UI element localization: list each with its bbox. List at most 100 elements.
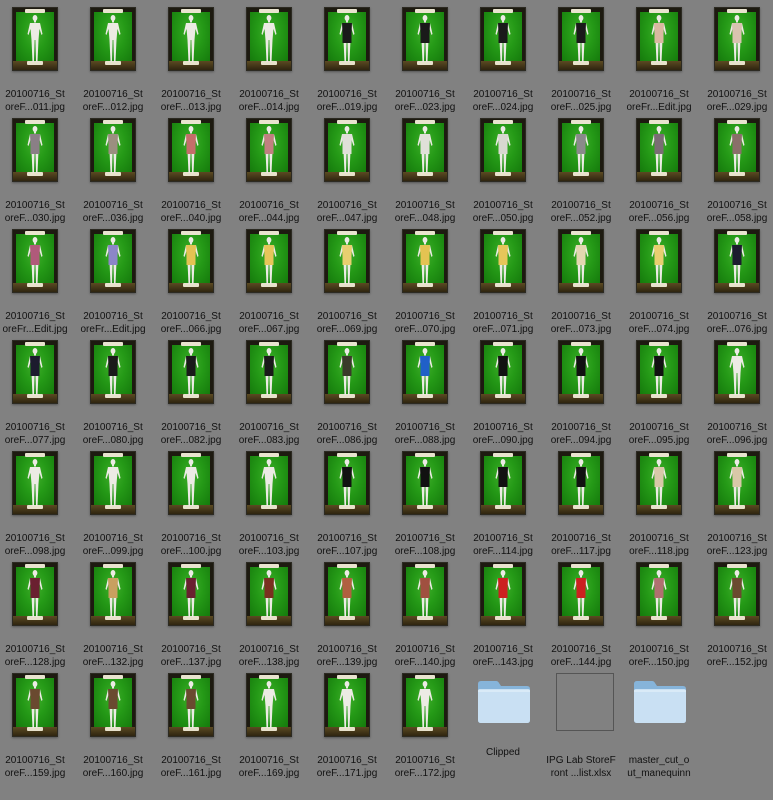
image-file-item[interactable]: 20100716_St oreF...094.jpg [542,333,620,446]
folder-item[interactable]: master_cut_o ut_manequinn [620,666,698,779]
jpg-thumbnail-icon[interactable] [402,340,448,404]
jpg-thumbnail-icon[interactable] [246,673,292,737]
image-file-item[interactable]: 20100716_St oreF...161.jpg [152,666,230,779]
image-file-item[interactable]: 20100716_St oreF...123.jpg [698,444,773,557]
image-file-item[interactable]: 20100716_St oreF...144.jpg [542,555,620,668]
image-file-item[interactable]: 20100716_St oreF...098.jpg [0,444,74,557]
jpg-thumbnail-icon[interactable] [714,562,760,626]
jpg-thumbnail-icon[interactable] [90,118,136,182]
image-file-item[interactable]: 20100716_St oreF...069.jpg [308,222,386,335]
image-file-item[interactable]: 20100716_St oreF...118.jpg [620,444,698,557]
image-file-item[interactable]: 20100716_St oreF...012.jpg [74,0,152,113]
jpg-thumbnail-icon[interactable] [558,229,604,293]
image-file-item[interactable]: 20100716_St oreF...052.jpg [542,111,620,224]
image-file-item[interactable]: 20100716_St oreF...114.jpg [464,444,542,557]
jpg-thumbnail-icon[interactable] [324,562,370,626]
image-file-item[interactable]: 20100716_St oreF...152.jpg [698,555,773,668]
jpg-thumbnail-icon[interactable] [714,451,760,515]
jpg-thumbnail-icon[interactable] [324,7,370,71]
jpg-thumbnail-icon[interactable] [90,451,136,515]
jpg-thumbnail-icon[interactable] [558,118,604,182]
jpg-thumbnail-icon[interactable] [402,673,448,737]
image-file-item[interactable]: 20100716_St oreF...083.jpg [230,333,308,446]
jpg-thumbnail-icon[interactable] [90,673,136,737]
image-file-item[interactable]: 20100716_St oreF...070.jpg [386,222,464,335]
jpg-thumbnail-icon[interactable] [558,7,604,71]
jpg-thumbnail-icon[interactable] [480,229,526,293]
jpg-thumbnail-icon[interactable] [246,451,292,515]
jpg-thumbnail-icon[interactable] [636,118,682,182]
image-file-item[interactable]: 20100716_St oreF...073.jpg [542,222,620,335]
image-file-item[interactable]: 20100716_St oreFr...Edit.jpg [620,0,698,113]
xlsx-document-icon[interactable] [556,673,614,731]
jpg-thumbnail-icon[interactable] [12,673,58,737]
jpg-thumbnail-icon[interactable] [168,7,214,71]
jpg-thumbnail-icon[interactable] [90,562,136,626]
jpg-thumbnail-icon[interactable] [12,229,58,293]
jpg-thumbnail-icon[interactable] [714,7,760,71]
jpg-thumbnail-icon[interactable] [90,229,136,293]
jpg-thumbnail-icon[interactable] [558,451,604,515]
image-file-item[interactable]: 20100716_St oreF...107.jpg [308,444,386,557]
folder-icon[interactable] [632,676,688,724]
image-file-item[interactable]: 20100716_St oreF...076.jpg [698,222,773,335]
jpg-thumbnail-icon[interactable] [12,451,58,515]
image-file-item[interactable]: 20100716_St oreF...025.jpg [542,0,620,113]
jpg-thumbnail-icon[interactable] [480,7,526,71]
image-file-item[interactable]: 20100716_St oreF...013.jpg [152,0,230,113]
image-file-item[interactable]: 20100716_St oreF...086.jpg [308,333,386,446]
jpg-thumbnail-icon[interactable] [324,673,370,737]
image-file-item[interactable]: 20100716_St oreF...040.jpg [152,111,230,224]
image-file-item[interactable]: 20100716_St oreF...047.jpg [308,111,386,224]
image-file-item[interactable]: 20100716_St oreF...048.jpg [386,111,464,224]
jpg-thumbnail-icon[interactable] [90,7,136,71]
image-file-item[interactable]: 20100716_St oreF...143.jpg [464,555,542,668]
image-file-item[interactable]: 20100716_St oreF...171.jpg [308,666,386,779]
jpg-thumbnail-icon[interactable] [480,340,526,404]
image-file-item[interactable]: 20100716_St oreFr...Edit.jpg [0,222,74,335]
jpg-thumbnail-icon[interactable] [402,118,448,182]
image-file-item[interactable]: 20100716_St oreF...036.jpg [74,111,152,224]
jpg-thumbnail-icon[interactable] [168,229,214,293]
jpg-thumbnail-icon[interactable] [636,7,682,71]
image-file-item[interactable]: 20100716_St oreF...137.jpg [152,555,230,668]
image-file-item[interactable]: 20100716_St oreF...058.jpg [698,111,773,224]
jpg-thumbnail-icon[interactable] [246,340,292,404]
jpg-thumbnail-icon[interactable] [168,673,214,737]
image-file-item[interactable]: 20100716_St oreF...014.jpg [230,0,308,113]
jpg-thumbnail-icon[interactable] [168,340,214,404]
jpg-thumbnail-icon[interactable] [168,451,214,515]
image-file-item[interactable]: 20100716_St oreF...082.jpg [152,333,230,446]
jpg-thumbnail-icon[interactable] [402,7,448,71]
jpg-thumbnail-icon[interactable] [636,229,682,293]
image-file-item[interactable]: 20100716_St oreF...077.jpg [0,333,74,446]
jpg-thumbnail-icon[interactable] [12,7,58,71]
jpg-thumbnail-icon[interactable] [168,562,214,626]
jpg-thumbnail-icon[interactable] [12,340,58,404]
image-file-item[interactable]: 20100716_St oreF...132.jpg [74,555,152,668]
image-file-item[interactable]: 20100716_St oreF...066.jpg [152,222,230,335]
image-file-item[interactable]: 20100716_St oreF...095.jpg [620,333,698,446]
image-file-item[interactable]: 20100716_St oreF...029.jpg [698,0,773,113]
jpg-thumbnail-icon[interactable] [714,118,760,182]
image-file-item[interactable]: 20100716_St oreF...080.jpg [74,333,152,446]
jpg-thumbnail-icon[interactable] [402,229,448,293]
image-file-item[interactable]: 20100716_St oreF...150.jpg [620,555,698,668]
image-file-item[interactable]: 20100716_St oreF...019.jpg [308,0,386,113]
jpg-thumbnail-icon[interactable] [324,340,370,404]
jpg-thumbnail-icon[interactable] [168,118,214,182]
image-file-item[interactable]: 20100716_St oreF...100.jpg [152,444,230,557]
jpg-thumbnail-icon[interactable] [246,118,292,182]
image-file-item[interactable]: 20100716_St oreF...108.jpg [386,444,464,557]
image-file-item[interactable]: 20100716_St oreF...030.jpg [0,111,74,224]
image-file-item[interactable]: 20100716_St oreF...172.jpg [386,666,464,779]
jpg-thumbnail-icon[interactable] [636,340,682,404]
jpg-thumbnail-icon[interactable] [12,562,58,626]
image-file-item[interactable]: 20100716_St oreF...071.jpg [464,222,542,335]
image-file-item[interactable]: 20100716_St oreF...011.jpg [0,0,74,113]
image-file-item[interactable]: 20100716_St oreF...128.jpg [0,555,74,668]
jpg-thumbnail-icon[interactable] [324,451,370,515]
image-file-item[interactable]: 20100716_St oreF...138.jpg [230,555,308,668]
image-file-item[interactable]: 20100716_St oreF...159.jpg [0,666,74,779]
image-file-item[interactable]: 20100716_St oreF...088.jpg [386,333,464,446]
